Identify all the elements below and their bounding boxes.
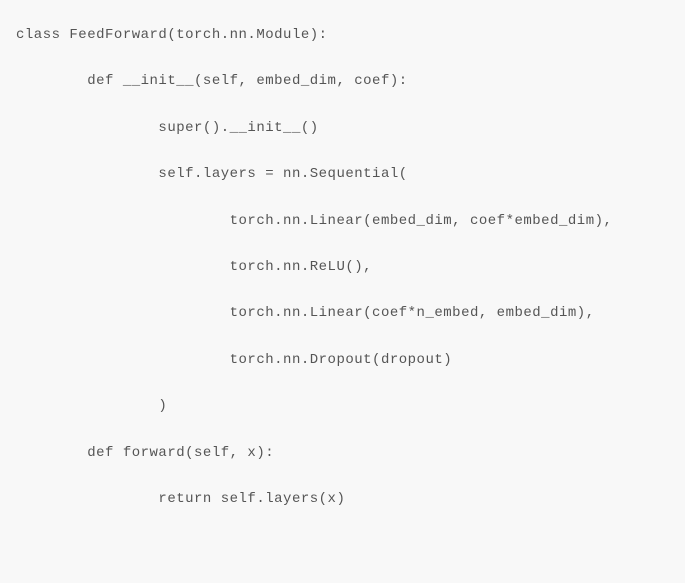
code-line: def forward(self, x):: [16, 442, 669, 464]
code-line: torch.nn.ReLU(),: [16, 256, 669, 278]
code-line: torch.nn.Dropout(dropout): [16, 349, 669, 371]
code-line: class FeedForward(torch.nn.Module):: [16, 24, 669, 46]
code-line: return self.layers(x): [16, 488, 669, 510]
code-line: ): [16, 395, 669, 417]
code-line: def __init__(self, embed_dim, coef):: [16, 70, 669, 92]
code-line: torch.nn.Linear(coef*n_embed, embed_dim)…: [16, 302, 669, 324]
code-block: class FeedForward(torch.nn.Module): def …: [16, 24, 669, 510]
code-line: super().__init__(): [16, 117, 669, 139]
code-line: torch.nn.Linear(embed_dim, coef*embed_di…: [16, 210, 669, 232]
code-line: self.layers = nn.Sequential(: [16, 163, 669, 185]
